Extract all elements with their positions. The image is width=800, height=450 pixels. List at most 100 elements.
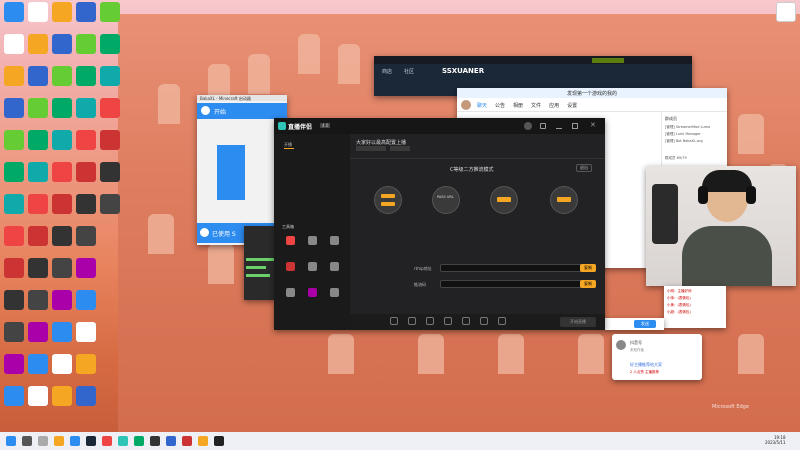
desktop-shortcut-icon[interactable] xyxy=(52,34,72,54)
copy-key-button[interactable]: 复制 xyxy=(580,280,596,288)
desktop-shortcut-icon[interactable] xyxy=(76,98,96,118)
qq-nav-tab[interactable]: 文件 xyxy=(531,102,541,109)
desktop-shortcut-icon[interactable] xyxy=(28,34,48,54)
qq-nav-tab[interactable]: 相册 xyxy=(513,102,523,109)
taskbar-app-icon[interactable] xyxy=(198,436,208,446)
start-live-button[interactable]: 开始直播 xyxy=(560,317,596,327)
desktop-shortcut-icon[interactable] xyxy=(52,386,72,406)
desktop-shortcut-icon[interactable] xyxy=(76,2,96,22)
close-icon[interactable]: ✕ xyxy=(590,121,596,129)
qq-member-item[interactable]: [管理] Lumi Manager xyxy=(665,131,710,138)
steam-menu-community[interactable]: 社区 xyxy=(404,69,414,75)
taskbar-app-icon[interactable] xyxy=(118,436,128,446)
desktop-shortcut-icon[interactable] xyxy=(76,386,96,406)
bottom-tool-icon[interactable] xyxy=(498,317,506,325)
taskbar-app-icon[interactable] xyxy=(214,436,224,446)
qq-member-item[interactable]: [管理] StreamerMod Lumo xyxy=(665,124,710,131)
bottom-tool-icon[interactable] xyxy=(480,317,488,325)
desktop-shortcut-icon[interactable] xyxy=(100,34,120,54)
desktop-shortcut-icon[interactable] xyxy=(4,226,24,246)
desktop-shortcut-icon[interactable] xyxy=(76,130,96,150)
qq-nav-tab[interactable]: 应用 xyxy=(549,102,559,109)
desktop-shortcut-icon[interactable] xyxy=(4,386,24,406)
taskbar-app-icon[interactable] xyxy=(134,436,144,446)
desktop-shortcut-icon[interactable] xyxy=(52,2,72,22)
desktop-shortcut-icon[interactable] xyxy=(76,290,96,310)
desktop-shortcut-icon[interactable] xyxy=(52,194,72,214)
taskbar-app-icon[interactable] xyxy=(102,436,112,446)
desktop-shortcut-icon[interactable] xyxy=(28,194,48,214)
qq-nav-tab[interactable]: 公告 xyxy=(495,102,505,109)
desktop-shortcut-icon[interactable] xyxy=(28,290,48,310)
tool-icon[interactable] xyxy=(308,236,317,245)
tool-icon[interactable] xyxy=(286,288,295,297)
bottom-tool-icon[interactable] xyxy=(408,317,416,325)
tool-icon[interactable] xyxy=(330,288,339,297)
desktop-shortcut-icon[interactable] xyxy=(4,194,24,214)
desktop-shortcut-icon[interactable] xyxy=(52,354,72,374)
desktop-shortcut-icon[interactable] xyxy=(52,98,72,118)
desktop-shortcut-icon[interactable] xyxy=(28,98,48,118)
qq-nav-tab[interactable]: 设置 xyxy=(567,102,577,109)
stream-key-input[interactable] xyxy=(440,280,596,288)
bottom-tool-icon[interactable] xyxy=(462,317,470,325)
desktop-shortcut-icon[interactable] xyxy=(52,130,72,150)
bottom-tool-icon[interactable] xyxy=(390,317,398,325)
desktop-shortcut-icon[interactable] xyxy=(28,354,48,374)
desktop-shortcut-icon[interactable] xyxy=(52,322,72,342)
desktop-shortcut-icon[interactable] xyxy=(28,258,48,278)
minecraft-start-label[interactable]: 开始 xyxy=(214,107,226,116)
steam-menu-store[interactable]: 商店 xyxy=(382,69,392,75)
taskbar-app-icon[interactable] xyxy=(54,436,64,446)
qq-member-item[interactable]: [管理] Bot BakaXL.org xyxy=(665,138,710,145)
tool-icon[interactable] xyxy=(330,262,339,271)
chat-input-bar[interactable]: 发送 xyxy=(604,318,664,330)
desktop-shortcut-icon[interactable] xyxy=(28,2,48,22)
clock-date[interactable]: 2023/5/11 xyxy=(765,440,786,445)
desktop-shortcut-icon[interactable] xyxy=(76,322,96,342)
taskbar-app-icon[interactable] xyxy=(6,436,16,446)
desktop-shortcut-icon[interactable] xyxy=(76,66,96,86)
bottom-tool-icon[interactable] xyxy=(426,317,434,325)
taskbar-app-icon[interactable] xyxy=(22,436,32,446)
desktop-shortcut-icon[interactable] xyxy=(28,322,48,342)
taskbar-app-icon[interactable] xyxy=(166,436,176,446)
desktop-shortcut-icon[interactable] xyxy=(28,130,48,150)
minecraft-tile-panel[interactable] xyxy=(217,145,245,200)
settings-icon[interactable] xyxy=(540,123,546,129)
desktop-shortcut-icon[interactable] xyxy=(76,258,96,278)
rtmp-input[interactable] xyxy=(440,264,596,272)
desktop-shortcut-icon[interactable] xyxy=(52,258,72,278)
streaming-assistant-window[interactable]: 直播伴侣 4.0 ✕ 开播 工具箱 大家好以最高配置上播 C等级二方推流模式 退… xyxy=(274,118,605,330)
desktop-shortcut-icon[interactable] xyxy=(100,98,120,118)
desktop-shortcut-icon[interactable] xyxy=(100,66,120,86)
desktop-shortcut-icon[interactable] xyxy=(76,34,96,54)
tool-icon[interactable] xyxy=(330,236,339,245)
desktop-shortcut-icon[interactable] xyxy=(28,66,48,86)
tool-icon[interactable] xyxy=(308,262,317,271)
desktop-shortcut-icon[interactable] xyxy=(4,162,24,182)
desktop-shortcut-icon[interactable] xyxy=(76,226,96,246)
desktop-shortcut-icon[interactable] xyxy=(100,194,120,214)
desktop-shortcut-icon[interactable] xyxy=(76,194,96,214)
desktop-shortcut-icon[interactable] xyxy=(52,226,72,246)
avatar[interactable] xyxy=(524,122,532,130)
desktop-shortcut-icon[interactable] xyxy=(4,66,24,86)
taskbar-app-icon[interactable] xyxy=(86,436,96,446)
desktop-shortcut-icon[interactable] xyxy=(4,98,24,118)
desktop-shortcut-icon[interactable] xyxy=(4,130,24,150)
bottom-tool-icon[interactable] xyxy=(444,317,452,325)
taskbar-app-icon[interactable] xyxy=(70,436,80,446)
tool-icon[interactable] xyxy=(308,288,317,297)
desktop-shortcut-icon[interactable] xyxy=(4,354,24,374)
desktop-shortcut-icon[interactable] xyxy=(28,226,48,246)
desktop-shortcut-icon[interactable] xyxy=(28,386,48,406)
desktop-shortcut-icon[interactable] xyxy=(4,322,24,342)
desktop-shortcut-icon[interactable] xyxy=(100,2,120,22)
tool-icon[interactable] xyxy=(286,236,295,245)
desktop-shortcut-icon[interactable] xyxy=(52,66,72,86)
exit-mode-button[interactable]: 退出 xyxy=(576,164,592,172)
taskbar-app-icon[interactable] xyxy=(150,436,160,446)
desktop-shortcut-icon[interactable] xyxy=(4,34,24,54)
desktop-shortcut-icon[interactable] xyxy=(100,162,120,182)
